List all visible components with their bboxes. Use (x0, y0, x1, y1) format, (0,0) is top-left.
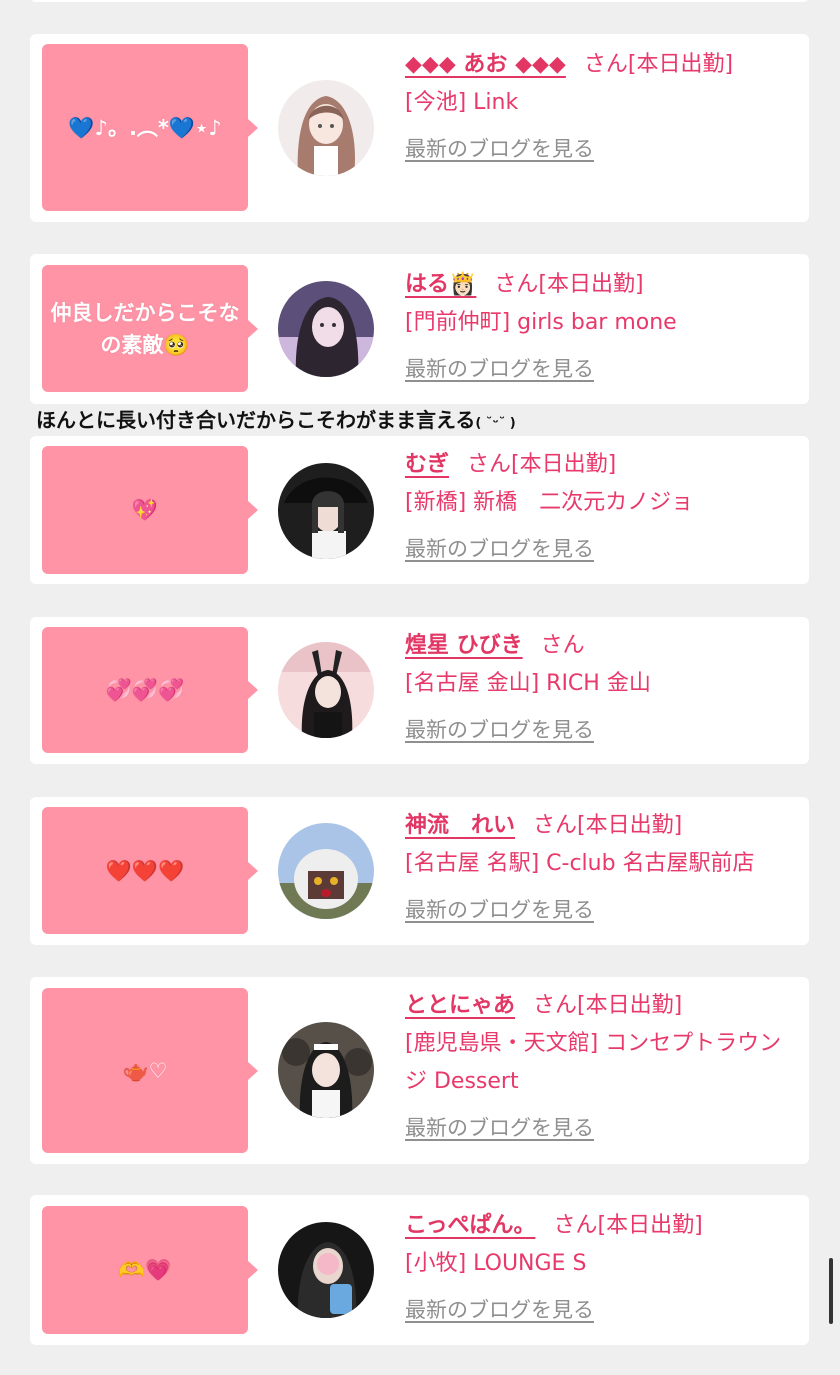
cast-card: 💖 むぎ さん[本日出勤] [新橋] 新橋 二次元カノジョ 最新のブログを見る (30, 436, 809, 584)
comment-text: 仲良しだからこそなの素敵🥺 (50, 300, 240, 357)
blog-link[interactable]: 最新のブログを見る (405, 530, 800, 568)
attendance-status: [本日出勤] (597, 1213, 703, 1238)
cast-card: 仲良しだからこそなの素敵🥺 はる👸🏻 さん[本日出勤] [門前仲町] girls … (30, 254, 809, 404)
attendance-status: [本日出勤] (627, 52, 734, 77)
comment-bubble: 仲良しだからこそなの素敵🥺 (42, 265, 258, 392)
blog-link[interactable]: 最新のブログを見る (405, 1291, 800, 1329)
avatar[interactable] (278, 281, 374, 377)
avatar[interactable] (278, 80, 374, 176)
cast-info: むぎ さん[本日出勤] [新橋] 新橋 二次元カノジョ 最新のブログを見る (405, 446, 800, 568)
comment-bubble: 💖 (42, 446, 258, 574)
comment-bubble: 💙♪。.︵*💙⋆♪ (42, 44, 258, 211)
cast-name-link[interactable]: 神流 れい (405, 813, 515, 838)
cast-header: 煌星 ひびき さん (405, 627, 800, 665)
cast-card: 💞💞💞 煌星 ひびき さん [名古屋 金山] RICH 金山 最新のブログを見る (30, 617, 809, 764)
cast-card: 🫶💗 こっぺぱん。 さん[本日出勤] [小牧] LOUNGE S 最新のブログを見… (30, 1195, 809, 1345)
cast-header: ◆◆◆ あお ◆◆◆ さん[本日出勤] (405, 46, 800, 84)
avatar-image (278, 823, 374, 919)
blog-link[interactable]: 最新のブログを見る (405, 350, 800, 388)
avatar-image (278, 80, 374, 176)
cast-info: ととにゃあ さん[本日出勤] [鹿児島県・天文館] コンセプトラウンジ Desse… (405, 987, 800, 1147)
avatar[interactable] (278, 642, 374, 738)
blog-link[interactable]: 最新のブログを見る (405, 130, 800, 168)
san-label: さん (533, 813, 578, 838)
cast-info: ◆◆◆ あお ◆◆◆ さん[本日出勤] [今池] Link 最新のブログを見る (405, 46, 800, 168)
shop-name[interactable]: [名古屋 金山] RICH 金山 (405, 665, 800, 703)
cast-card: 💙♪。.︵*💙⋆♪ ◆◆◆ あお ◆◆◆ さん[本日出勤] [今池] Link 最… (30, 34, 809, 222)
cast-card: 🫖♡ ととにゃあ さん[本日出勤] [鹿児島県・天文館] コンセプトラウンジ De… (30, 977, 809, 1164)
avatar[interactable] (278, 823, 374, 919)
cast-card: ❤️❤️❤️ 神流 れい さん[本日出勤] [名古屋 名駅] C-club 名古屋… (30, 797, 809, 945)
story-caption: ほんとに長い付き合いだからこそわがまま言える( ˘ᵕ˘ ) (36, 404, 516, 440)
attendance-status: [本日出勤] (511, 452, 617, 477)
comment-bubble: ❤️❤️❤️ (42, 807, 258, 934)
comment-bubble: 🫖♡ (42, 988, 258, 1153)
avatar-image (278, 281, 374, 377)
previous-card-edge (30, 0, 809, 2)
cast-info: こっぺぱん。 さん[本日出勤] [小牧] LOUNGE S 最新のブログを見る (405, 1207, 800, 1329)
cast-header: こっぺぱん。 さん[本日出勤] (405, 1207, 800, 1245)
san-label: さん (553, 1213, 598, 1238)
shop-name[interactable]: [名古屋 名駅] C-club 名古屋駅前店 (405, 845, 800, 883)
avatar-image (278, 1022, 374, 1118)
cast-header: はる👸🏻 さん[本日出勤] (405, 266, 800, 304)
san-label: さん (494, 272, 539, 297)
avatar-image (278, 1222, 374, 1318)
shop-name[interactable]: [今池] Link (405, 84, 800, 122)
cast-info: 煌星 ひびき さん [名古屋 金山] RICH 金山 最新のブログを見る (405, 627, 800, 749)
shop-name[interactable]: [鹿児島県・天文館] コンセプトラウンジ Dessert (405, 1025, 800, 1101)
cast-info: 神流 れい さん[本日出勤] [名古屋 名駅] C-club 名古屋駅前店 最新の… (405, 807, 800, 929)
attendance-status: [本日出勤] (538, 272, 644, 297)
avatar[interactable] (278, 1222, 374, 1318)
attendance-status: [本日出勤] (577, 813, 683, 838)
san-label: さん (540, 633, 585, 658)
cast-name-link[interactable]: ととにゃあ (405, 993, 515, 1018)
cast-name-link[interactable]: 煌星 ひびき (405, 633, 523, 658)
blog-link[interactable]: 最新のブログを見る (405, 711, 800, 749)
attendance-status: [本日出勤] (577, 993, 683, 1018)
shop-name[interactable]: [門前仲町] girls bar mone (405, 304, 800, 342)
avatar[interactable] (278, 463, 374, 559)
avatar-image (278, 642, 374, 738)
comment-text: ❤️❤️❤️ (105, 858, 185, 883)
comment-text: 💞💞💞 (105, 678, 185, 702)
comment-text: 🫖♡ (122, 1058, 168, 1083)
comment-bubble: 💞💞💞 (42, 627, 258, 753)
avatar-image (278, 463, 374, 559)
avatar[interactable] (278, 1022, 374, 1118)
cast-header: ととにゃあ さん[本日出勤] (405, 987, 800, 1025)
caption-text: ほんとに長い付き合いだからこそわがまま言える (36, 408, 476, 432)
blog-link[interactable]: 最新のブログを見る (405, 1109, 800, 1147)
cast-header: 神流 れい さん[本日出勤] (405, 807, 800, 845)
blog-link[interactable]: 最新のブログを見る (405, 891, 800, 929)
san-label: さん (583, 52, 628, 77)
san-label: さん (467, 452, 512, 477)
shop-name[interactable]: [新橋] 新橋 二次元カノジョ (405, 484, 800, 522)
cast-name-link[interactable]: ◆◆◆ あお ◆◆◆ (405, 52, 566, 77)
cast-header: むぎ さん[本日出勤] (405, 446, 800, 484)
scrollbar[interactable] (829, 1258, 833, 1324)
comment-text: 💙♪。.︵*💙⋆♪ (68, 115, 222, 140)
comment-text: 🫶💗 (118, 1258, 172, 1282)
cast-info: はる👸🏻 さん[本日出勤] [門前仲町] girls bar mone 最新のブロ… (405, 266, 800, 388)
san-label: さん (533, 993, 578, 1018)
comment-text: 💖 (131, 498, 159, 522)
cast-name-link[interactable]: はる👸🏻 (405, 272, 476, 297)
shop-name[interactable]: [小牧] LOUNGE S (405, 1245, 800, 1283)
cast-name-link[interactable]: むぎ (405, 452, 449, 477)
cast-name-link[interactable]: こっぺぱん。 (405, 1213, 535, 1238)
comment-bubble: 🫶💗 (42, 1206, 258, 1334)
caption-kaomoji: ( ˘ᵕ˘ ) (475, 416, 516, 431)
